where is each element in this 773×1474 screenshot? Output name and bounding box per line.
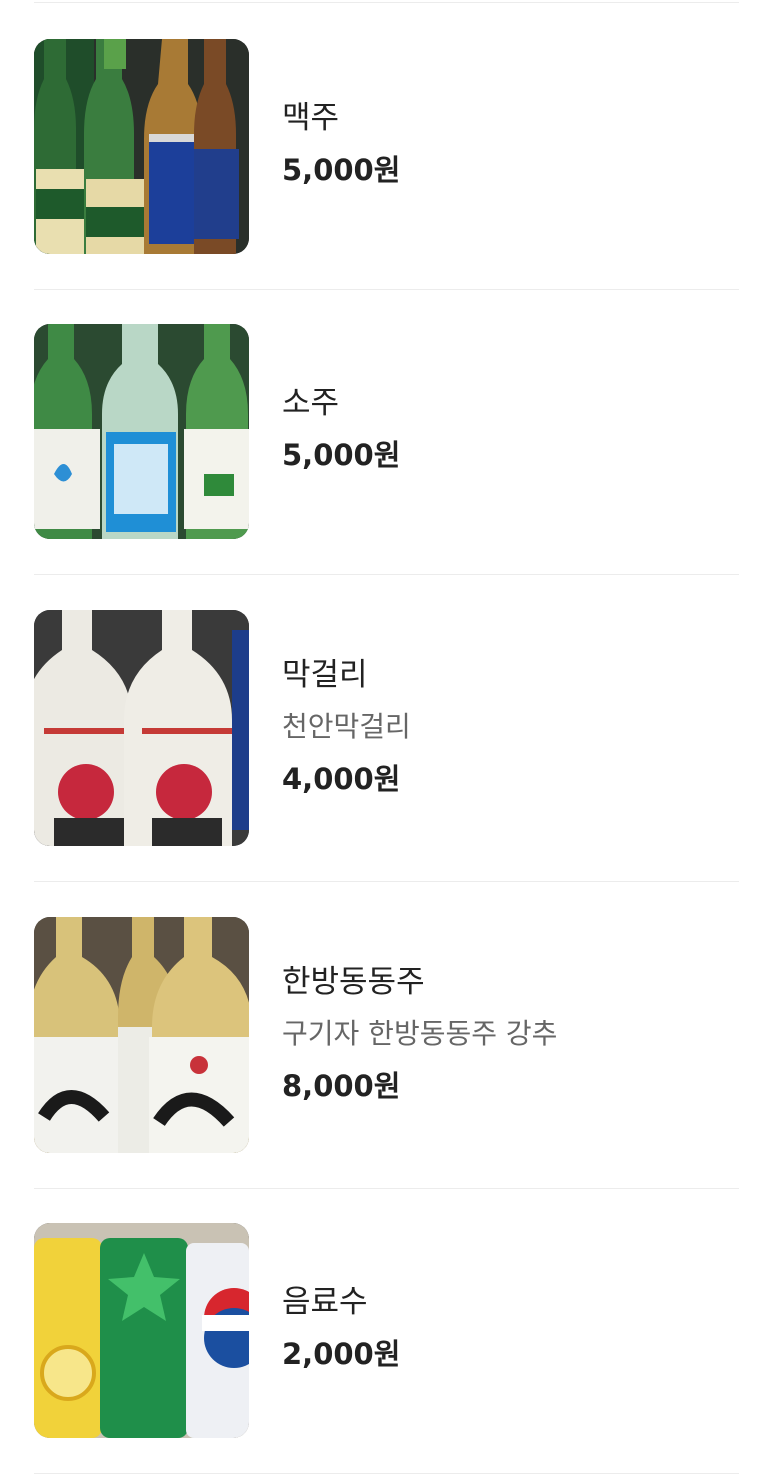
makgeolli-photo	[34, 610, 249, 846]
menu-item-makgeolli[interactable]: 막걸리 천안막걸리 4,000원	[34, 610, 739, 846]
divider	[34, 881, 739, 882]
item-price: 5,000원	[282, 153, 401, 187]
item-name: 음료수	[282, 1284, 368, 1320]
dongdongju-photo	[34, 917, 249, 1153]
beer-photo	[34, 39, 249, 254]
divider	[34, 2, 739, 3]
item-name: 소주	[282, 385, 340, 421]
divider	[34, 574, 739, 575]
menu-item-soju[interactable]: 소주 5,000원	[34, 324, 739, 539]
menu-item-dongdongju[interactable]: 한방동동주 구기자 한방동동주 강추 8,000원	[34, 917, 739, 1153]
item-name: 맥주	[282, 100, 340, 136]
item-price: 5,000원	[282, 438, 401, 472]
menu-item-beer[interactable]: 맥주 5,000원	[34, 39, 739, 254]
divider	[34, 289, 739, 290]
item-price: 4,000원	[282, 762, 401, 796]
item-name: 한방동동주	[282, 964, 425, 1000]
item-name: 막걸리	[282, 657, 368, 693]
divider	[34, 1188, 739, 1189]
item-description: 천안막걸리	[282, 710, 411, 743]
item-price: 2,000원	[282, 1337, 401, 1371]
menu-item-beverage[interactable]: 음료수 2,000원	[34, 1223, 739, 1438]
soju-photo	[34, 324, 249, 539]
soda-cans-photo	[34, 1223, 249, 1438]
item-price: 8,000원	[282, 1069, 401, 1103]
item-description: 구기자 한방동동주 강추	[282, 1017, 558, 1050]
